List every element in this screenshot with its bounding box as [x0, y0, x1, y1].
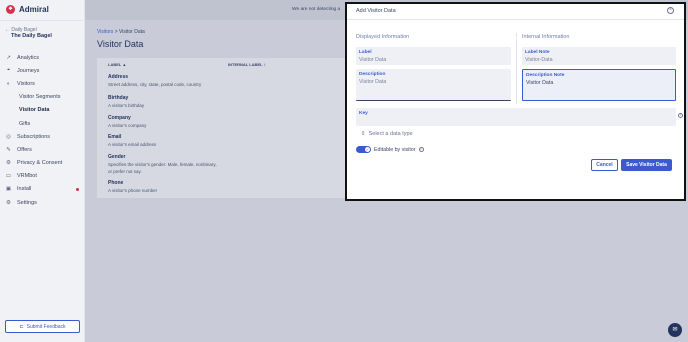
account-name: The Daily Bagel [11, 33, 52, 39]
data-type-placeholder: Select a data type [368, 131, 413, 137]
feedback-label: Submit Feedback [26, 323, 66, 330]
sidebar-item-visitors[interactable]: ◐ Visitors [0, 77, 85, 90]
table-row-description: Street address, city, state, postal code… [108, 82, 202, 87]
save-visitor-data-button[interactable]: Save Visitor Data [621, 159, 672, 171]
privacy-icon: ⚙ [6, 160, 11, 167]
breadcrumb-current: Visitor Data [119, 29, 145, 35]
sidebar-item-vrmbot[interactable]: ▭ VRMbot [0, 170, 85, 183]
table-row-name[interactable]: Gender [108, 154, 126, 160]
sidebar-nav: ↗ Analytics ⌖ Journeys ◐ Visitors Visitor Segm… [0, 51, 85, 209]
description-note-field[interactable]: Description Note Visitor Data [522, 69, 676, 101]
chat-icon: ▭ [5, 173, 12, 180]
editable-info-icon[interactable]: i [418, 147, 424, 152]
displayed-info-heading: Displayed Information [356, 34, 410, 40]
sidebar-item-label: Settings [17, 199, 37, 206]
key-info-icon[interactable]: i [678, 113, 683, 118]
sidebar-item-analytics[interactable]: ↗ Analytics [0, 51, 85, 64]
key-field-label: Key [359, 111, 368, 116]
label-field[interactable]: Label Visitor Data [356, 47, 511, 65]
editable-by-visitor-row: ✓ Editable by visitor i [356, 146, 424, 153]
label-field-placeholder: Visitor Data [359, 57, 387, 63]
journeys-icon: ⌖ [6, 67, 11, 74]
description-field-value: Visitor Data [359, 79, 387, 85]
sidebar-item-label: Privacy & Consent [17, 160, 63, 167]
label-note-field-label: Label Note [525, 50, 550, 55]
visitors-icon: ◐ [6, 80, 11, 87]
table-row-description: A visitor's birthday [108, 103, 145, 108]
subscriptions-icon: ◎ [6, 133, 11, 140]
sidebar-item-visitor-data[interactable]: Visitor Data [0, 104, 85, 117]
sidebar-item-gifts[interactable]: Gifts [0, 117, 85, 130]
table-row-description: A visitor's company [108, 123, 147, 128]
sidebar-item-label: Gifts [19, 120, 31, 127]
sidebar-item-visitor-segments[interactable]: Visitor Segments [0, 91, 85, 104]
check-icon: ✓ [365, 147, 370, 152]
divider [347, 19, 684, 20]
select-arrows-icon: ⇕ [361, 131, 366, 137]
internal-info-heading: Internal Information [522, 34, 570, 40]
chat-bubble-icon[interactable]: ✉ [668, 323, 682, 337]
description-note-field-value: Visitor Data [526, 80, 554, 86]
table-row-name[interactable]: Company [108, 115, 131, 121]
sidebar-item-label: Analytics [17, 54, 40, 61]
submit-feedback-button[interactable]: ⊏ Submit Feedback [5, 320, 80, 333]
table-row-description: A visitor's email address [108, 142, 157, 147]
close-icon[interactable]: × [667, 7, 674, 14]
sidebar-item-label: Visitors [17, 80, 35, 87]
sidebar-item-offers[interactable]: ✎ Offers [0, 143, 85, 156]
sidebar-item-subscriptions[interactable]: ◎ Subscriptions [0, 130, 85, 143]
visitor-data-table: LABEL ▲ INTERNAL LABEL ↕ Address Street a… [97, 58, 347, 198]
offers-icon: ✎ [6, 146, 11, 153]
sidebar-item-label: Visitor Segments [19, 94, 61, 101]
table-row-name[interactable]: Phone [108, 180, 123, 186]
table-row-name[interactable]: Email [108, 134, 121, 140]
settings-icon: ⚙ [6, 199, 11, 206]
breadcrumb-visitors[interactable]: Visitors [97, 29, 113, 35]
sidebar-item-settings[interactable]: ⚙ Settings [0, 196, 85, 209]
data-type-select[interactable]: ⇕ Select a data type [361, 131, 413, 137]
install-icon: ▣ [5, 186, 12, 193]
editable-label: Editable by visitor [374, 146, 416, 153]
label-field-label: Label [359, 50, 372, 55]
table-row-name[interactable]: Birthday [108, 95, 128, 101]
page-title: Visitor Data [97, 39, 144, 49]
brand[interactable]: ❖ Admiral [6, 5, 49, 14]
table-row-description: Specifies the visitor's gender: Male, fe… [108, 162, 217, 174]
editable-toggle[interactable]: ✓ [356, 146, 371, 153]
admiral-logo-icon: ❖ [6, 5, 15, 14]
label-note-field[interactable]: Label Note Visitor-Data [522, 47, 676, 65]
label-note-field-placeholder: Visitor-Data [525, 57, 553, 63]
sidebar-item-label: Offers [17, 146, 32, 153]
divider [0, 20, 85, 21]
key-field[interactable]: Key [356, 108, 676, 126]
sidebar-item-label: VRMbot [17, 173, 37, 180]
chart-line-icon: ↗ [6, 54, 11, 61]
add-visitor-data-dialog: Add Visitor Data × Displayed Information… [345, 2, 686, 201]
table-row-name[interactable]: Address [108, 74, 128, 80]
description-note-field-label: Description Note [526, 73, 565, 78]
description-field[interactable]: Description Visitor Data [356, 69, 511, 101]
feedback-icon: ⊏ [19, 323, 24, 330]
sidebar-item-label: Visitor Data [19, 107, 50, 114]
sidebar-item-privacy-consent[interactable]: ⚙ Privacy & Consent [0, 157, 85, 170]
cancel-button[interactable]: Cancel [591, 159, 618, 171]
sidebar: ❖ Admiral ← Daily Bagel The Daily Bagel … [0, 0, 85, 342]
sidebar-item-install[interactable]: ▣ Install [0, 183, 85, 196]
notification-dot [76, 187, 79, 191]
description-field-label: Description [359, 72, 386, 77]
sidebar-item-label: Install [17, 186, 32, 193]
sidebar-item-label: Journeys [17, 67, 40, 74]
breadcrumb: Visitors > Visitor Data [97, 29, 145, 35]
sidebar-item-label: Subscriptions [17, 133, 51, 140]
dialog-title: Add Visitor Data [356, 8, 396, 14]
column-header-internal-label[interactable]: INTERNAL LABEL ↕ [228, 62, 266, 67]
column-header-label[interactable]: LABEL ▲ [108, 62, 126, 67]
banner-message: We are not detecting a [292, 7, 341, 12]
sidebar-item-journeys[interactable]: ⌖ Journeys [0, 64, 85, 77]
divider [516, 33, 517, 104]
table-row-description: A visitor's phone number [108, 188, 158, 193]
brand-name: Admiral [19, 5, 49, 14]
